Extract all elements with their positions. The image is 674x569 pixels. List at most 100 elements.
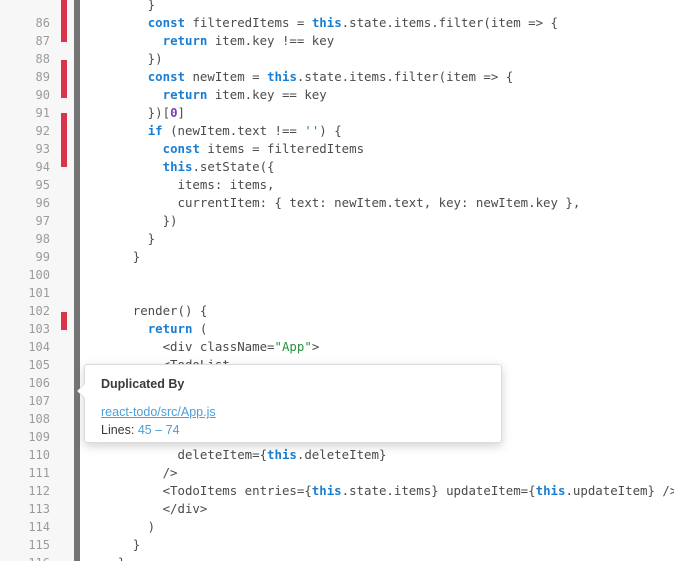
line-number: 101 <box>28 286 50 300</box>
line-number: 96 <box>35 196 50 210</box>
line-number: 106 <box>28 376 50 390</box>
bottom-clip <box>0 561 674 569</box>
code-line-text[interactable]: } <box>88 230 155 248</box>
code-token: return <box>147 321 193 336</box>
line-number: 113 <box>28 502 50 516</box>
code-line: 86 const filteredItems = this.state.item… <box>0 14 674 32</box>
duplicated-by-popover: Duplicated By react-todo/src/App.js Line… <box>77 364 502 443</box>
code-line-text[interactable]: /> <box>88 464 178 482</box>
code-token: this <box>267 447 297 462</box>
code-line: 92 if (newItem.text !== '') { <box>0 122 674 140</box>
code-line-text[interactable]: items: items, <box>88 176 275 194</box>
code-line: 90 return item.key == key <box>0 86 674 104</box>
code-line-text[interactable]: return item.key !== key <box>88 32 335 50</box>
line-number: 103 <box>28 322 50 336</box>
line-number: 111 <box>28 466 50 480</box>
code-line-text[interactable]: const filteredItems = this.state.items.f… <box>88 14 558 32</box>
line-number: 107 <box>28 394 50 408</box>
code-line: } <box>0 0 674 14</box>
line-number: 99 <box>35 250 50 264</box>
code-line-text[interactable]: } <box>88 536 140 554</box>
code-token: '' <box>304 123 320 138</box>
code-line: 95 items: items, <box>0 176 674 194</box>
line-number: 104 <box>28 340 50 354</box>
code-token: items: items, <box>88 177 275 192</box>
code-token: this <box>535 483 566 498</box>
duplicate-source-link[interactable]: react-todo/src/App.js <box>101 405 216 420</box>
code-line: 114 ) <box>0 518 674 536</box>
line-number: 112 <box>28 484 50 498</box>
code-line-text[interactable]: render() { <box>88 302 208 320</box>
line-number: 87 <box>35 34 50 48</box>
code-line: 115 } <box>0 536 674 554</box>
code-line-text[interactable]: } <box>88 0 155 14</box>
code-token: } <box>88 249 141 264</box>
code-token: ( <box>192 321 208 336</box>
line-number: 109 <box>28 430 50 444</box>
code-token: const <box>147 15 185 30</box>
code-line-text[interactable]: ) <box>88 518 155 536</box>
code-line-text[interactable]: }) <box>88 50 163 68</box>
code-token: item.key == key <box>207 87 327 102</box>
code-line-text[interactable]: return ( <box>88 320 208 338</box>
code-line: 96 currentItem: { text: newItem.text, ke… <box>0 194 674 212</box>
code-line: 87 return item.key !== key <box>0 32 674 50</box>
popover-lines-range: 45 – 74 <box>137 423 180 437</box>
code-token: } <box>88 231 156 246</box>
code-token: > <box>311 339 320 354</box>
popover-lines-label: Lines: <box>101 423 135 437</box>
code-token: this <box>267 69 297 84</box>
code-token: this <box>311 483 342 498</box>
code-line-text[interactable]: const newItem = this.state.items.filter(… <box>88 68 514 86</box>
code-line-text[interactable]: <TodoItems entries={this.state.items} up… <box>88 482 674 500</box>
line-number: 108 <box>28 412 50 426</box>
line-number: 86 <box>35 16 50 30</box>
code-line-text[interactable]: currentItem: { text: newItem.text, key: … <box>88 194 581 212</box>
line-number: 92 <box>35 124 50 138</box>
code-line-text[interactable]: })[0] <box>88 104 185 122</box>
code-token: .updateItem} /> <box>565 483 674 498</box>
code-token: currentItem: { text: newItem.text, key: … <box>88 195 581 210</box>
line-number: 95 <box>35 178 50 192</box>
code-line-text[interactable]: if (newItem.text !== '') { <box>88 122 342 140</box>
line-number: 90 <box>35 88 50 102</box>
line-number: 93 <box>35 142 50 156</box>
code-line-text[interactable]: } <box>88 248 140 266</box>
code-surface: } 86 const filteredItems = this.state.ite… <box>0 0 674 569</box>
line-number: 105 <box>28 358 50 372</box>
code-token: return <box>162 33 208 48</box>
code-token: this <box>162 159 193 174</box>
popover-title: Duplicated By <box>101 377 185 391</box>
line-number: 114 <box>28 520 50 534</box>
code-viewer: } 86 const filteredItems = this.state.ite… <box>0 0 674 569</box>
line-number: 102 <box>28 304 50 318</box>
code-line: 101 <box>0 284 674 302</box>
code-line: 88 }) <box>0 50 674 68</box>
line-number: 91 <box>35 106 50 120</box>
code-token: }) <box>88 51 163 66</box>
code-line-text[interactable]: }) <box>88 212 178 230</box>
code-token: .state.items.filter(item => { <box>296 69 514 84</box>
code-line-text[interactable]: deleteItem={this.deleteItem} <box>88 446 387 464</box>
line-number: 97 <box>35 214 50 228</box>
popover-lines-row: Lines: 45 – 74 <box>101 422 485 438</box>
code-line: 98 } <box>0 230 674 248</box>
code-line-text[interactable]: </div> <box>88 500 208 518</box>
code-token: const <box>162 141 200 156</box>
code-token: newItem = <box>185 69 268 84</box>
code-line-text[interactable]: const items = filteredItems <box>88 140 364 158</box>
code-line-text[interactable]: this.setState({ <box>88 158 275 176</box>
code-line-text[interactable]: return item.key == key <box>88 86 327 104</box>
line-number: 89 <box>35 70 50 84</box>
code-line-text[interactable]: <div className="App"> <box>88 338 320 356</box>
code-token: ] <box>177 105 185 120</box>
code-line: 97 }) <box>0 212 674 230</box>
line-number: 94 <box>35 160 50 174</box>
code-token: </div> <box>88 501 208 516</box>
